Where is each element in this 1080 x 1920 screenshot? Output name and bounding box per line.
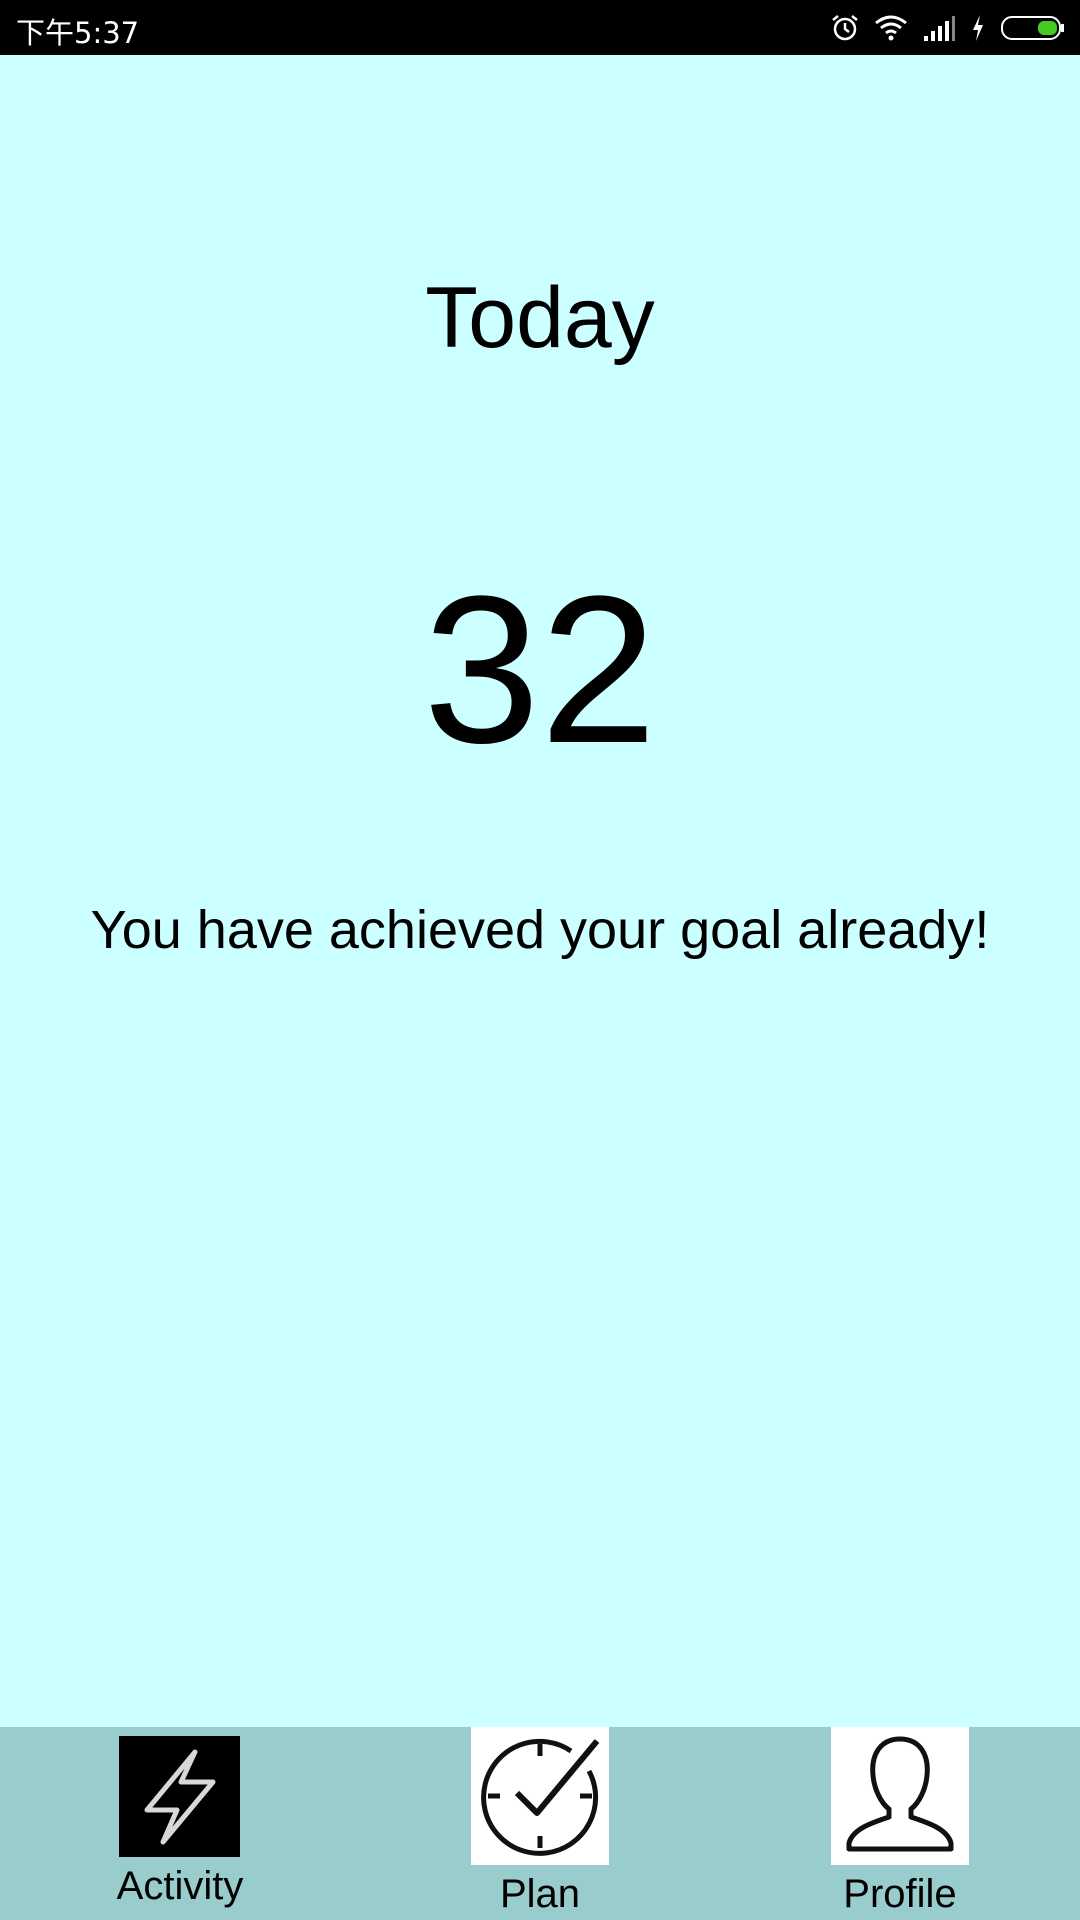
nav-item-plan[interactable]: Plan [420, 1727, 660, 1920]
charging-icon [973, 15, 983, 41]
bottom-nav: Activity Plan Profile [0, 1727, 1080, 1920]
status-bar: 下午5:37 [0, 0, 1080, 55]
goal-message: You have achieved your goal already! [90, 900, 990, 960]
nav-label-profile: Profile [843, 1872, 957, 1916]
person-icon [831, 1727, 969, 1865]
page-title: Today [425, 270, 655, 366]
status-time: 下午5:37 [16, 16, 140, 50]
nav-item-activity[interactable]: Activity [90, 1727, 270, 1920]
nav-label-activity: Activity [116, 1864, 244, 1908]
battery-icon [1001, 16, 1064, 40]
signal-icon [924, 16, 955, 41]
wifi-icon [875, 15, 907, 41]
step-count: 32 [423, 552, 657, 787]
alarm-icon [832, 15, 858, 41]
lightning-icon [119, 1736, 240, 1857]
status-icons [830, 11, 1066, 45]
nav-item-profile[interactable]: Profile [780, 1727, 1020, 1920]
nav-label-plan: Plan [499, 1872, 581, 1916]
clock-check-icon [471, 1727, 609, 1865]
